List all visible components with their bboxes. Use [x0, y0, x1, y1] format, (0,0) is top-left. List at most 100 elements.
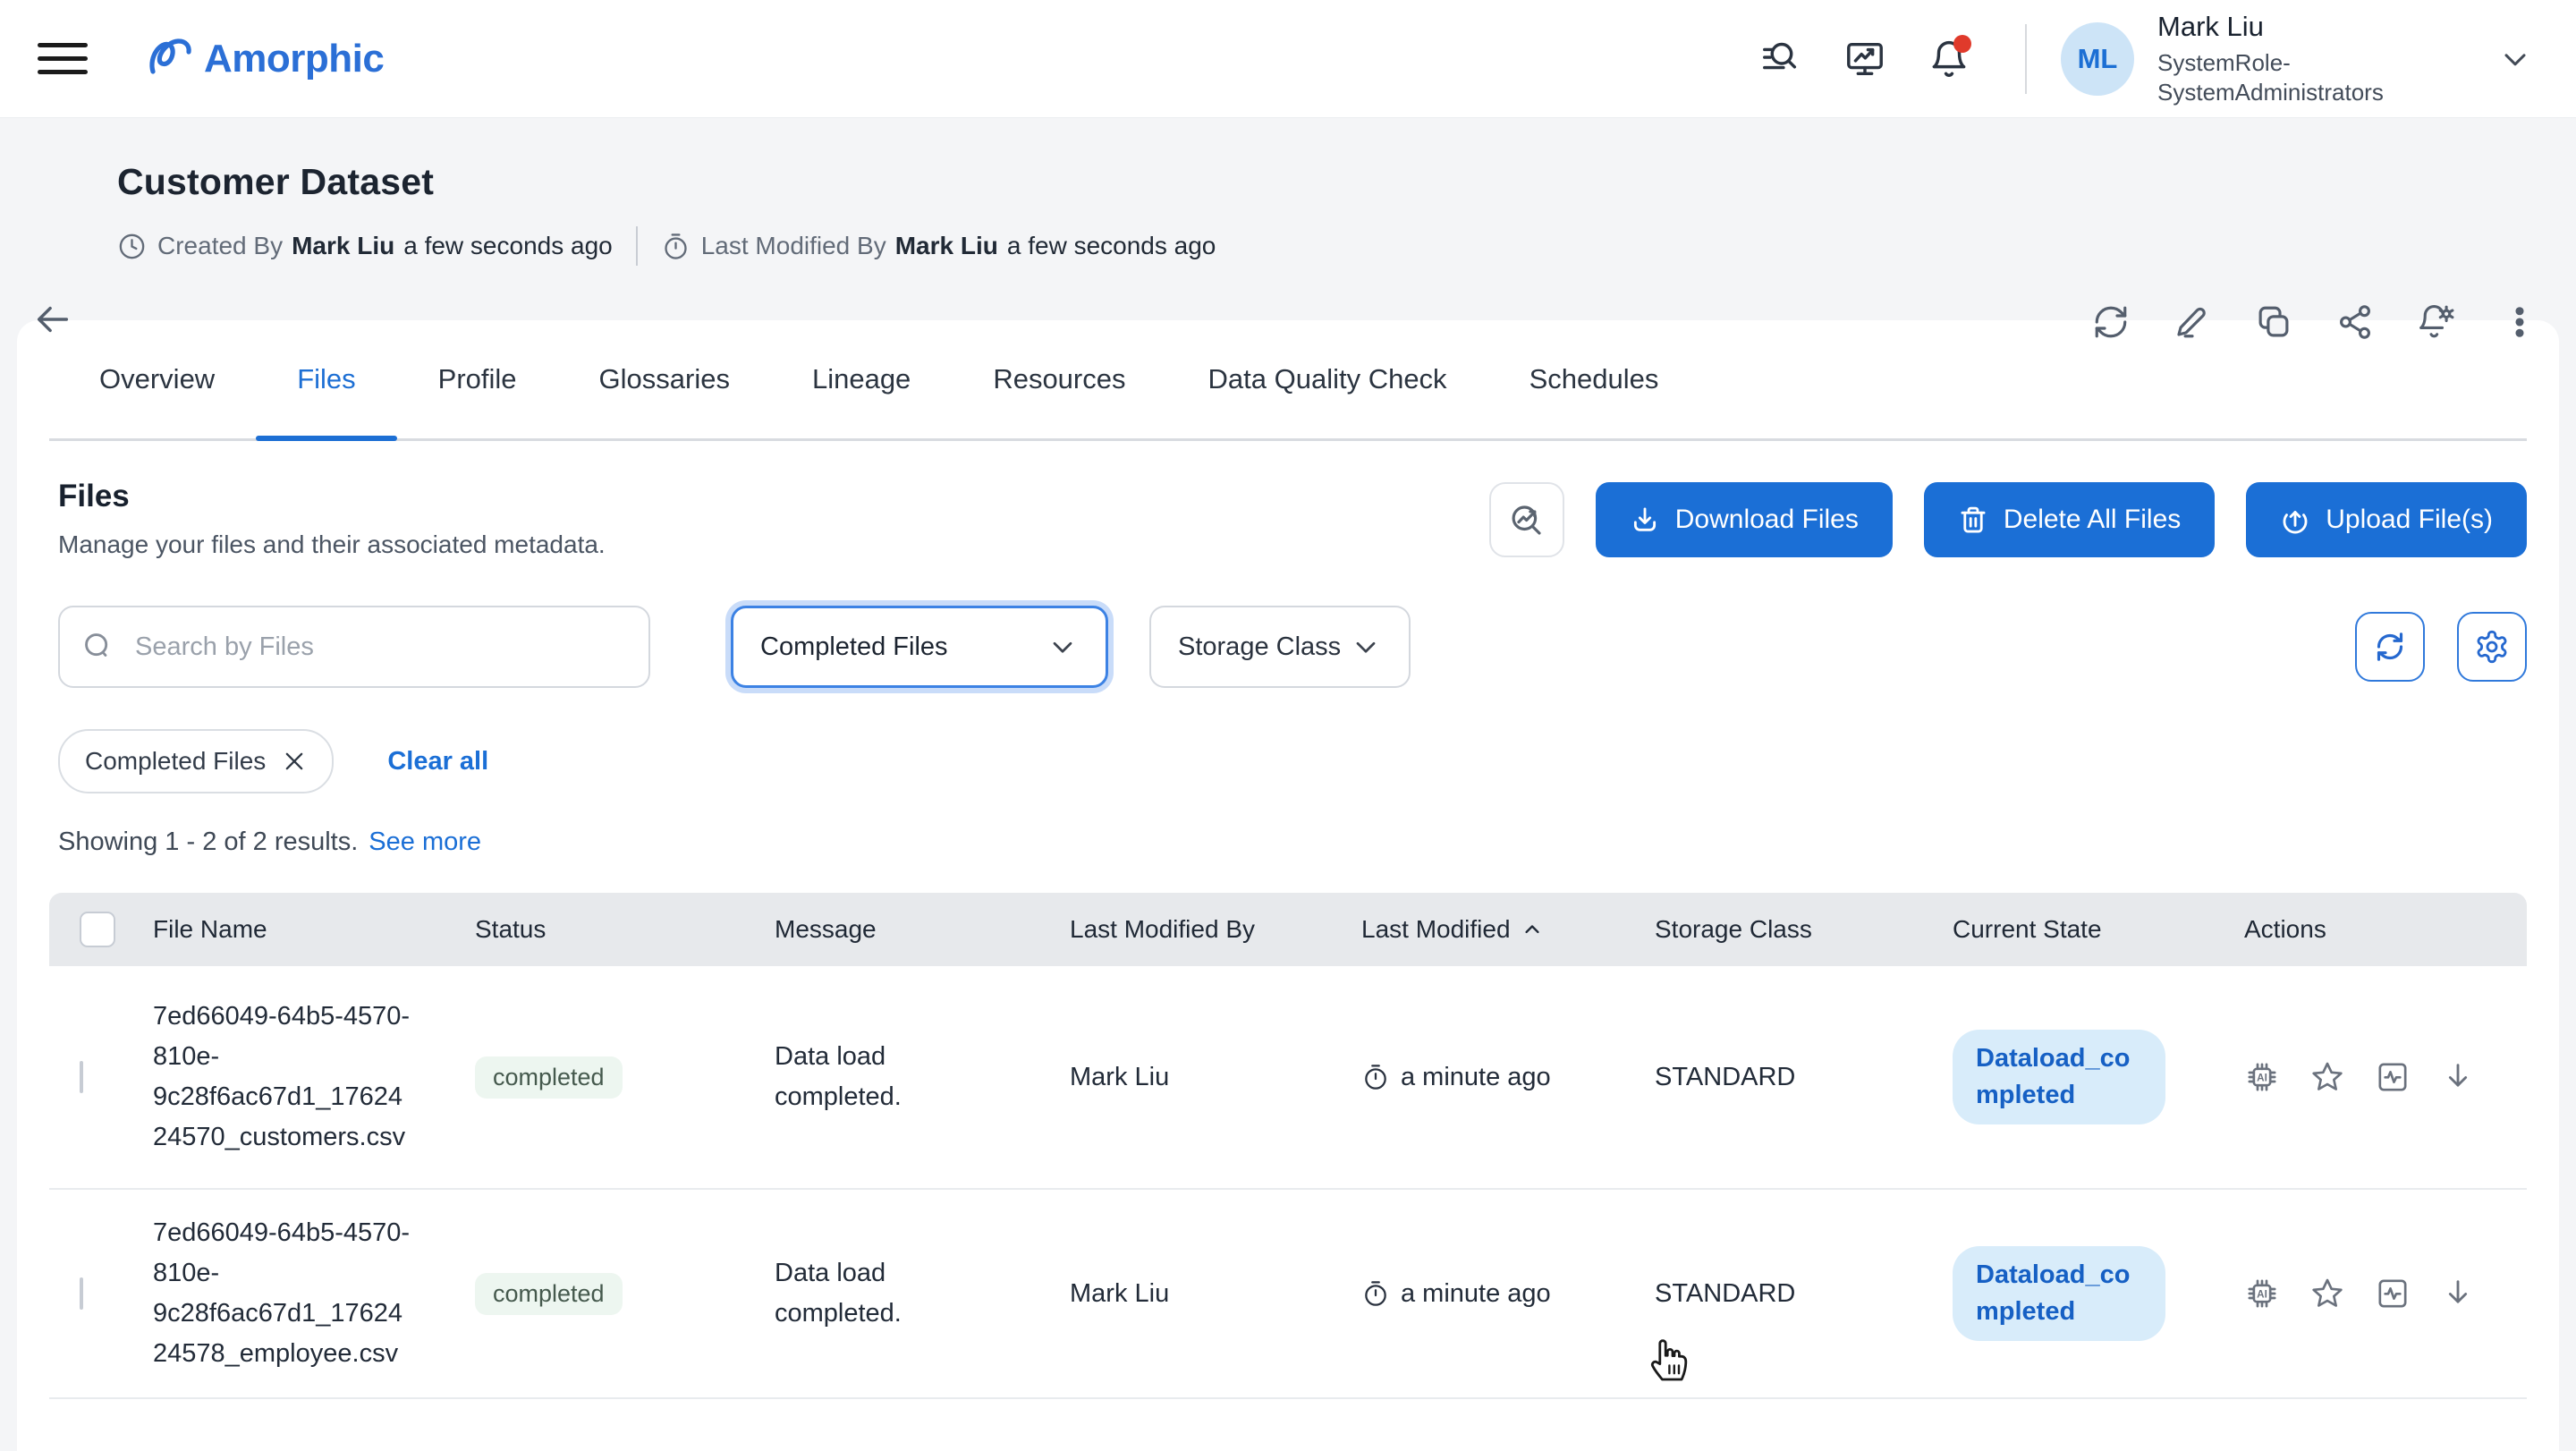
monitor-chart-icon[interactable] — [1844, 38, 1885, 80]
table-row[interactable]: 7ed66049-64b5-4570-810e-9c28f6ac67d1_176… — [49, 966, 2527, 1188]
col-last-modified-by[interactable]: Last Modified By — [1052, 915, 1343, 944]
row-checkbox[interactable] — [80, 1061, 83, 1093]
active-filters-row: Completed Files Clear all — [49, 729, 2527, 793]
tab-schedules[interactable]: Schedules — [1488, 320, 1700, 438]
files-table: File Name Status Message Last Modified B… — [49, 893, 2527, 1399]
amorphic-logo-mark — [147, 33, 202, 85]
files-subtitle: Manage your files and their associated m… — [58, 530, 606, 559]
status-badge: completed — [475, 1273, 623, 1315]
filter-chip-completed-files[interactable]: Completed Files — [58, 729, 334, 793]
app-screen: Amorphic — [0, 0, 2576, 1451]
clear-all-link[interactable]: Clear all — [382, 746, 494, 777]
topbar-right: ML Mark Liu SystemRole-SystemAdministrat… — [1739, 11, 2549, 107]
upload-files-button[interactable]: Upload File(s) — [2246, 482, 2527, 557]
file-name[interactable]: 7ed66049-64b5-4570-810e-9c28f6ac67d1_176… — [153, 1213, 414, 1374]
created-by-time: a few seconds ago — [403, 232, 613, 260]
tab-profile[interactable]: Profile — [397, 320, 558, 438]
modified-by-user: Mark Liu — [895, 232, 998, 260]
modified-by-label: Last Modified By — [701, 232, 886, 260]
col-status[interactable]: Status — [457, 915, 757, 944]
delete-all-files-button[interactable]: Delete All Files — [1924, 482, 2215, 557]
file-name[interactable]: 7ed66049-64b5-4570-810e-9c28f6ac67d1_176… — [153, 997, 414, 1158]
ai-chip-icon[interactable]: AI — [2244, 1276, 2280, 1311]
meta-divider — [636, 226, 638, 266]
storage-class-select[interactable]: Storage Class — [1149, 606, 1411, 688]
stopwatch-icon — [661, 232, 691, 261]
select-all-checkbox[interactable] — [80, 912, 115, 947]
stopwatch-icon — [1361, 1063, 1390, 1091]
hamburger-menu-icon[interactable] — [38, 43, 88, 74]
svg-text:AI: AI — [2257, 1072, 2267, 1083]
avatar[interactable]: ML — [2061, 22, 2134, 96]
row-divider — [49, 1397, 2527, 1399]
col-current-state[interactable]: Current State — [1935, 915, 2226, 944]
col-file-name[interactable]: File Name — [135, 915, 457, 944]
table-settings-button[interactable] — [2457, 612, 2527, 682]
status-filter-select[interactable]: Completed Files — [731, 606, 1108, 688]
search-input[interactable] — [133, 632, 627, 663]
edit-pencil-icon[interactable] — [2174, 303, 2211, 341]
current-state-badge: Dataload_completed — [1953, 1246, 2165, 1341]
topbar-left: Amorphic — [27, 33, 384, 85]
created-by-label: Created By — [157, 232, 283, 260]
tab-resources[interactable]: Resources — [952, 320, 1166, 438]
storage-class: STANDARD — [1637, 1063, 1935, 1092]
storage-class: STANDARD — [1637, 1279, 1935, 1309]
copy-icon[interactable] — [2255, 303, 2292, 341]
content-card: Overview Files Profile Glossaries Lineag… — [17, 320, 2559, 1451]
tab-files[interactable]: Files — [256, 320, 396, 438]
col-storage-class[interactable]: Storage Class — [1637, 915, 1935, 944]
download-files-button[interactable]: Download Files — [1596, 482, 1893, 557]
share-icon[interactable] — [2336, 303, 2374, 341]
user-info: Mark Liu SystemRole-SystemAdministrators — [2157, 11, 2426, 107]
sort-ascending-icon[interactable] — [1520, 917, 1545, 942]
see-more-link[interactable]: See more — [369, 827, 481, 857]
notification-dot — [1953, 35, 1971, 53]
notifications-bell-icon[interactable] — [1928, 38, 1970, 80]
amorphic-logo[interactable]: Amorphic — [147, 33, 384, 85]
tab-overview[interactable]: Overview — [58, 320, 256, 438]
modified-by-time: a few seconds ago — [1007, 232, 1216, 260]
row-actions: AI — [2226, 1276, 2527, 1311]
row-checkbox[interactable] — [80, 1277, 83, 1310]
chevron-down-icon — [1046, 631, 1079, 663]
search-insights-icon[interactable] — [1489, 482, 1564, 557]
results-summary-row: Showing 1 - 2 of 2 results. See more — [49, 827, 2527, 857]
table-row[interactable]: 7ed66049-64b5-4570-810e-9c28f6ac67d1_176… — [49, 1188, 2527, 1397]
trash-icon — [1958, 505, 1988, 535]
tab-data-quality-check[interactable]: Data Quality Check — [1167, 320, 1488, 438]
results-summary: Showing 1 - 2 of 2 results. — [58, 827, 358, 857]
user-role: SystemRole-SystemAdministrators — [2157, 48, 2426, 107]
last-modified: a minute ago — [1343, 1279, 1637, 1309]
download-file-icon[interactable] — [2440, 1059, 2476, 1095]
col-actions: Actions — [2226, 915, 2527, 944]
page-title: Customer Dataset — [117, 161, 2576, 203]
svg-text:AI: AI — [2257, 1288, 2267, 1300]
table-header-row: File Name Status Message Last Modified B… — [49, 893, 2527, 966]
download-file-icon[interactable] — [2440, 1276, 2476, 1311]
col-last-modified[interactable]: Last Modified — [1343, 915, 1637, 944]
ai-chip-icon[interactable]: AI — [2244, 1059, 2280, 1095]
col-message[interactable]: Message — [757, 915, 1052, 944]
files-section-head: Files Manage your files and their associ… — [49, 479, 2527, 559]
user-menu-chevron-down-icon[interactable] — [2497, 41, 2533, 77]
advanced-search-icon[interactable] — [1760, 38, 1801, 80]
favorite-star-icon[interactable] — [2309, 1059, 2345, 1095]
kebab-menu-icon[interactable] — [2501, 303, 2538, 341]
current-state-badge: Dataload_completed — [1953, 1030, 2165, 1124]
files-title: Files — [58, 479, 606, 514]
upload-icon — [2280, 505, 2310, 535]
tab-lineage[interactable]: Lineage — [771, 320, 952, 438]
file-activity-icon[interactable] — [2375, 1276, 2411, 1311]
file-controls: Completed Files Storage Class — [49, 606, 2527, 688]
tab-glossaries[interactable]: Glossaries — [558, 320, 771, 438]
topbar-divider — [2025, 24, 2027, 94]
notification-settings-icon[interactable] — [2418, 302, 2457, 342]
file-activity-icon[interactable] — [2375, 1059, 2411, 1095]
clock-icon — [117, 232, 147, 261]
reload-list-button[interactable] — [2355, 612, 2425, 682]
download-icon — [1630, 505, 1660, 535]
favorite-star-icon[interactable] — [2309, 1276, 2345, 1311]
refresh-icon[interactable] — [2092, 303, 2130, 341]
close-icon[interactable] — [282, 749, 307, 774]
